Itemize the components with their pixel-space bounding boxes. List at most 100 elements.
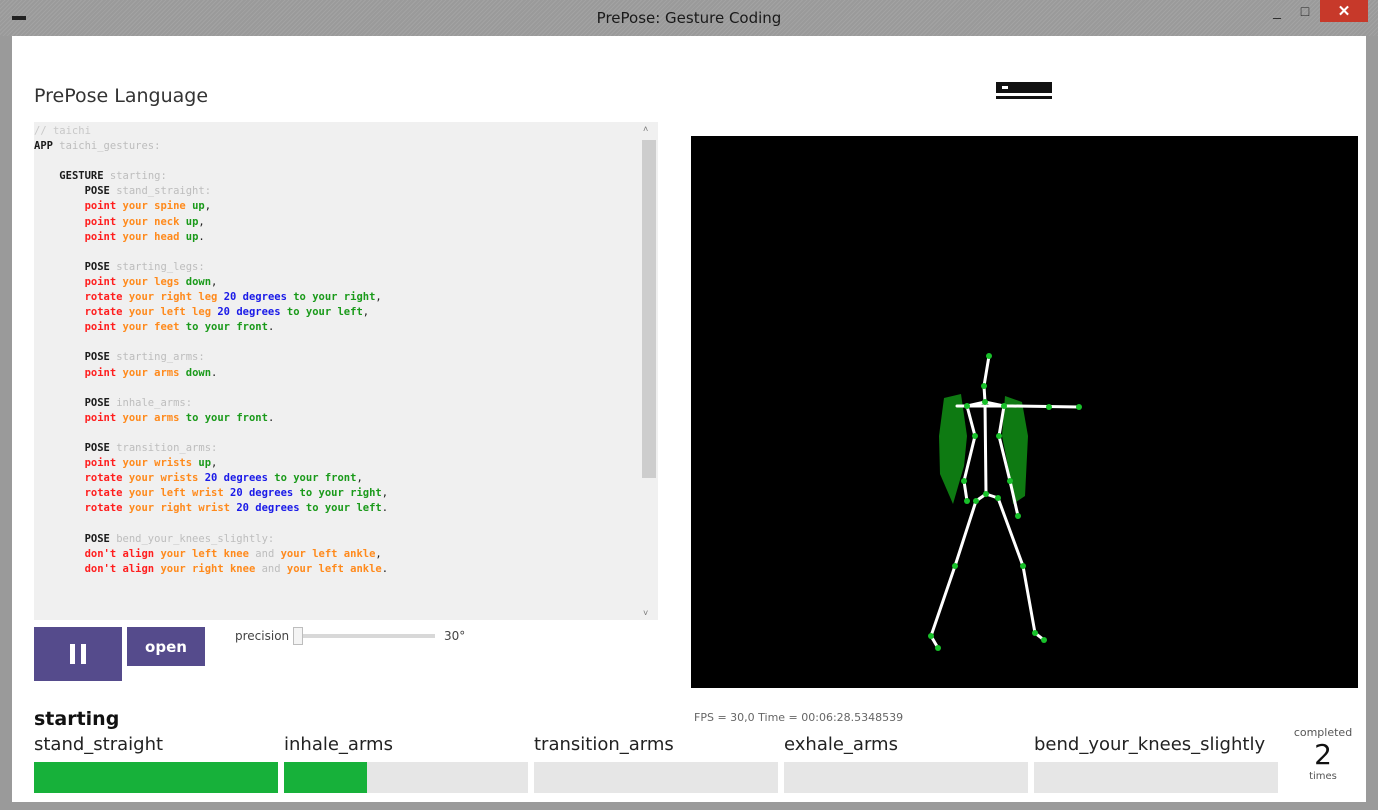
completed-count: 2 xyxy=(1314,738,1332,771)
code-text[interactable]: // taichi APP taichi_gestures: GESTURE st… xyxy=(34,124,388,577)
fps-readout: FPS = 30,0 Time = 00:06:28.5348539 xyxy=(694,711,904,724)
precision-slider-thumb[interactable] xyxy=(293,627,303,645)
kinect-sensor-icon xyxy=(996,82,1052,99)
code-token: POSE xyxy=(84,185,110,198)
code-token: and xyxy=(261,562,281,575)
window-border-right xyxy=(1366,36,1378,810)
code-line: point your head up. xyxy=(34,230,388,245)
stage-progress-bar xyxy=(1034,762,1278,793)
stage-transition-arms: transition_arms xyxy=(534,734,778,793)
code-line: rotate your right wrist 20 degrees to yo… xyxy=(34,501,388,516)
stage-label: stand_straight xyxy=(34,734,164,755)
code-editor[interactable]: // taichi APP taichi_gestures: GESTURE st… xyxy=(34,122,658,620)
code-token: to your left xyxy=(286,306,363,319)
minimize-button[interactable]: _ xyxy=(1264,0,1290,22)
precision-label: precision xyxy=(235,629,290,643)
code-token: , xyxy=(375,547,382,560)
code-token: your spine xyxy=(122,200,186,213)
code-token: point xyxy=(84,411,117,424)
code-token: up xyxy=(185,215,199,228)
editor-scrollbar[interactable]: ˄ ˅ xyxy=(640,122,658,620)
code-token: // taichi xyxy=(34,125,91,137)
code-token: your wrists xyxy=(128,472,199,485)
code-line: // taichi xyxy=(34,124,388,139)
code-line: don't align your right knee and your lef… xyxy=(34,562,388,577)
code-token: POSE xyxy=(84,260,110,273)
maximize-button[interactable]: □ xyxy=(1292,0,1318,22)
window-border-bottom xyxy=(0,802,1378,810)
window-border-left xyxy=(0,36,12,810)
stage-progress-bar xyxy=(784,762,1028,793)
code-line: point your arms down. xyxy=(34,366,388,381)
window-title: PrePose: Gesture Coding xyxy=(596,9,782,27)
code-token: your arms xyxy=(122,411,180,424)
stage-label: exhale_arms xyxy=(784,734,898,755)
code-token: transition_arms: xyxy=(116,441,218,454)
pause-button[interactable] xyxy=(34,627,122,681)
code-line: POSE transition_arms: xyxy=(34,441,388,456)
scroll-down-icon[interactable]: ˅ xyxy=(643,608,648,618)
code-line: don't align your left knee and your left… xyxy=(34,547,388,562)
code-token: rotate xyxy=(84,502,123,515)
code-token: up xyxy=(185,230,199,243)
code-token: your head xyxy=(122,230,180,243)
code-token: 20 degrees xyxy=(204,472,268,485)
code-token: your arms xyxy=(122,366,180,379)
scrollbar-thumb[interactable] xyxy=(642,140,656,478)
stage-progress-bar xyxy=(34,762,278,793)
open-button[interactable]: open xyxy=(127,627,205,666)
code-token: point xyxy=(84,457,117,470)
stage-stand-straight: stand_straight xyxy=(34,734,278,793)
precision-slider-track[interactable] xyxy=(297,634,435,638)
code-line: rotate your left wrist 20 degrees to you… xyxy=(34,486,388,501)
code-token: POSE xyxy=(84,351,110,364)
code-token: starting_arms: xyxy=(116,351,205,364)
code-token: point xyxy=(84,215,117,228)
code-token: your right wrist xyxy=(128,502,230,515)
code-token: , xyxy=(211,275,218,288)
precision-value: 30° xyxy=(444,629,466,643)
code-token: . xyxy=(267,411,275,424)
close-button[interactable]: ✕ xyxy=(1320,0,1368,22)
code-token: rotate xyxy=(84,306,123,319)
code-token: starting: xyxy=(109,170,167,183)
code-line: point your spine up, xyxy=(34,199,388,214)
stage-label: inhale_arms xyxy=(284,734,393,755)
code-token: , xyxy=(381,487,389,500)
code-token: to your front xyxy=(274,472,357,485)
code-token: stand_straight: xyxy=(116,185,212,198)
code-line: point your arms to your front. xyxy=(34,411,388,426)
pause-icon xyxy=(70,644,86,664)
stage-inhale-arms: inhale_arms xyxy=(284,734,528,793)
code-token: . xyxy=(211,366,218,379)
code-token: your wrists xyxy=(122,457,193,470)
scroll-up-icon[interactable]: ˄ xyxy=(643,124,648,134)
stage-progress-fill xyxy=(284,762,367,793)
stage-label: bend_your_knees_slightly xyxy=(1034,734,1266,755)
code-token: and xyxy=(255,547,275,560)
code-line: rotate your wrists 20 degrees to your fr… xyxy=(34,471,388,486)
code-token: POSE xyxy=(84,532,110,545)
code-token: inhale_arms: xyxy=(116,396,193,409)
code-token: to your right xyxy=(299,487,382,500)
code-token: , xyxy=(198,215,205,228)
code-token: 20 degrees xyxy=(236,502,300,515)
code-line: GESTURE starting: xyxy=(34,169,388,184)
code-token: . xyxy=(267,321,275,334)
code-token: point xyxy=(84,230,117,243)
code-line: point your feet to your front. xyxy=(34,320,388,335)
code-token: your left ankle xyxy=(286,562,382,575)
code-token: your left ankle xyxy=(280,547,376,560)
